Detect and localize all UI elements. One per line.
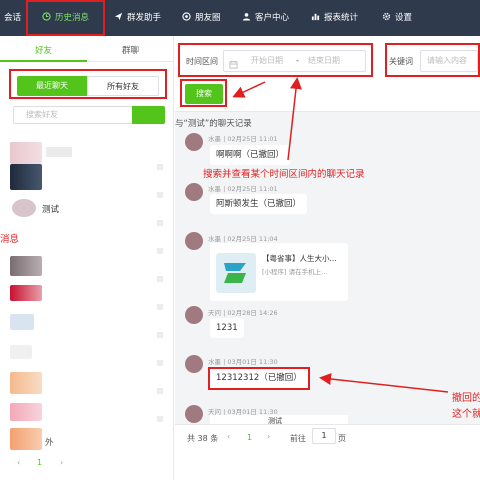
goto-page-input[interactable]: 1 [312,428,336,444]
total-count: 共 38 条 [187,434,219,443]
goto-label: 前往 [290,434,306,443]
prev-page-icon[interactable]: ‹ [227,432,230,441]
current-page[interactable]: 1 [247,433,252,442]
page-unit: 页 [338,434,346,443]
annotation-arrows [232,77,449,393]
next-page-icon[interactable]: › [267,432,270,441]
chat-pagination: 共 38 条 ‹ 1 › 前往 1 页 [175,424,480,480]
